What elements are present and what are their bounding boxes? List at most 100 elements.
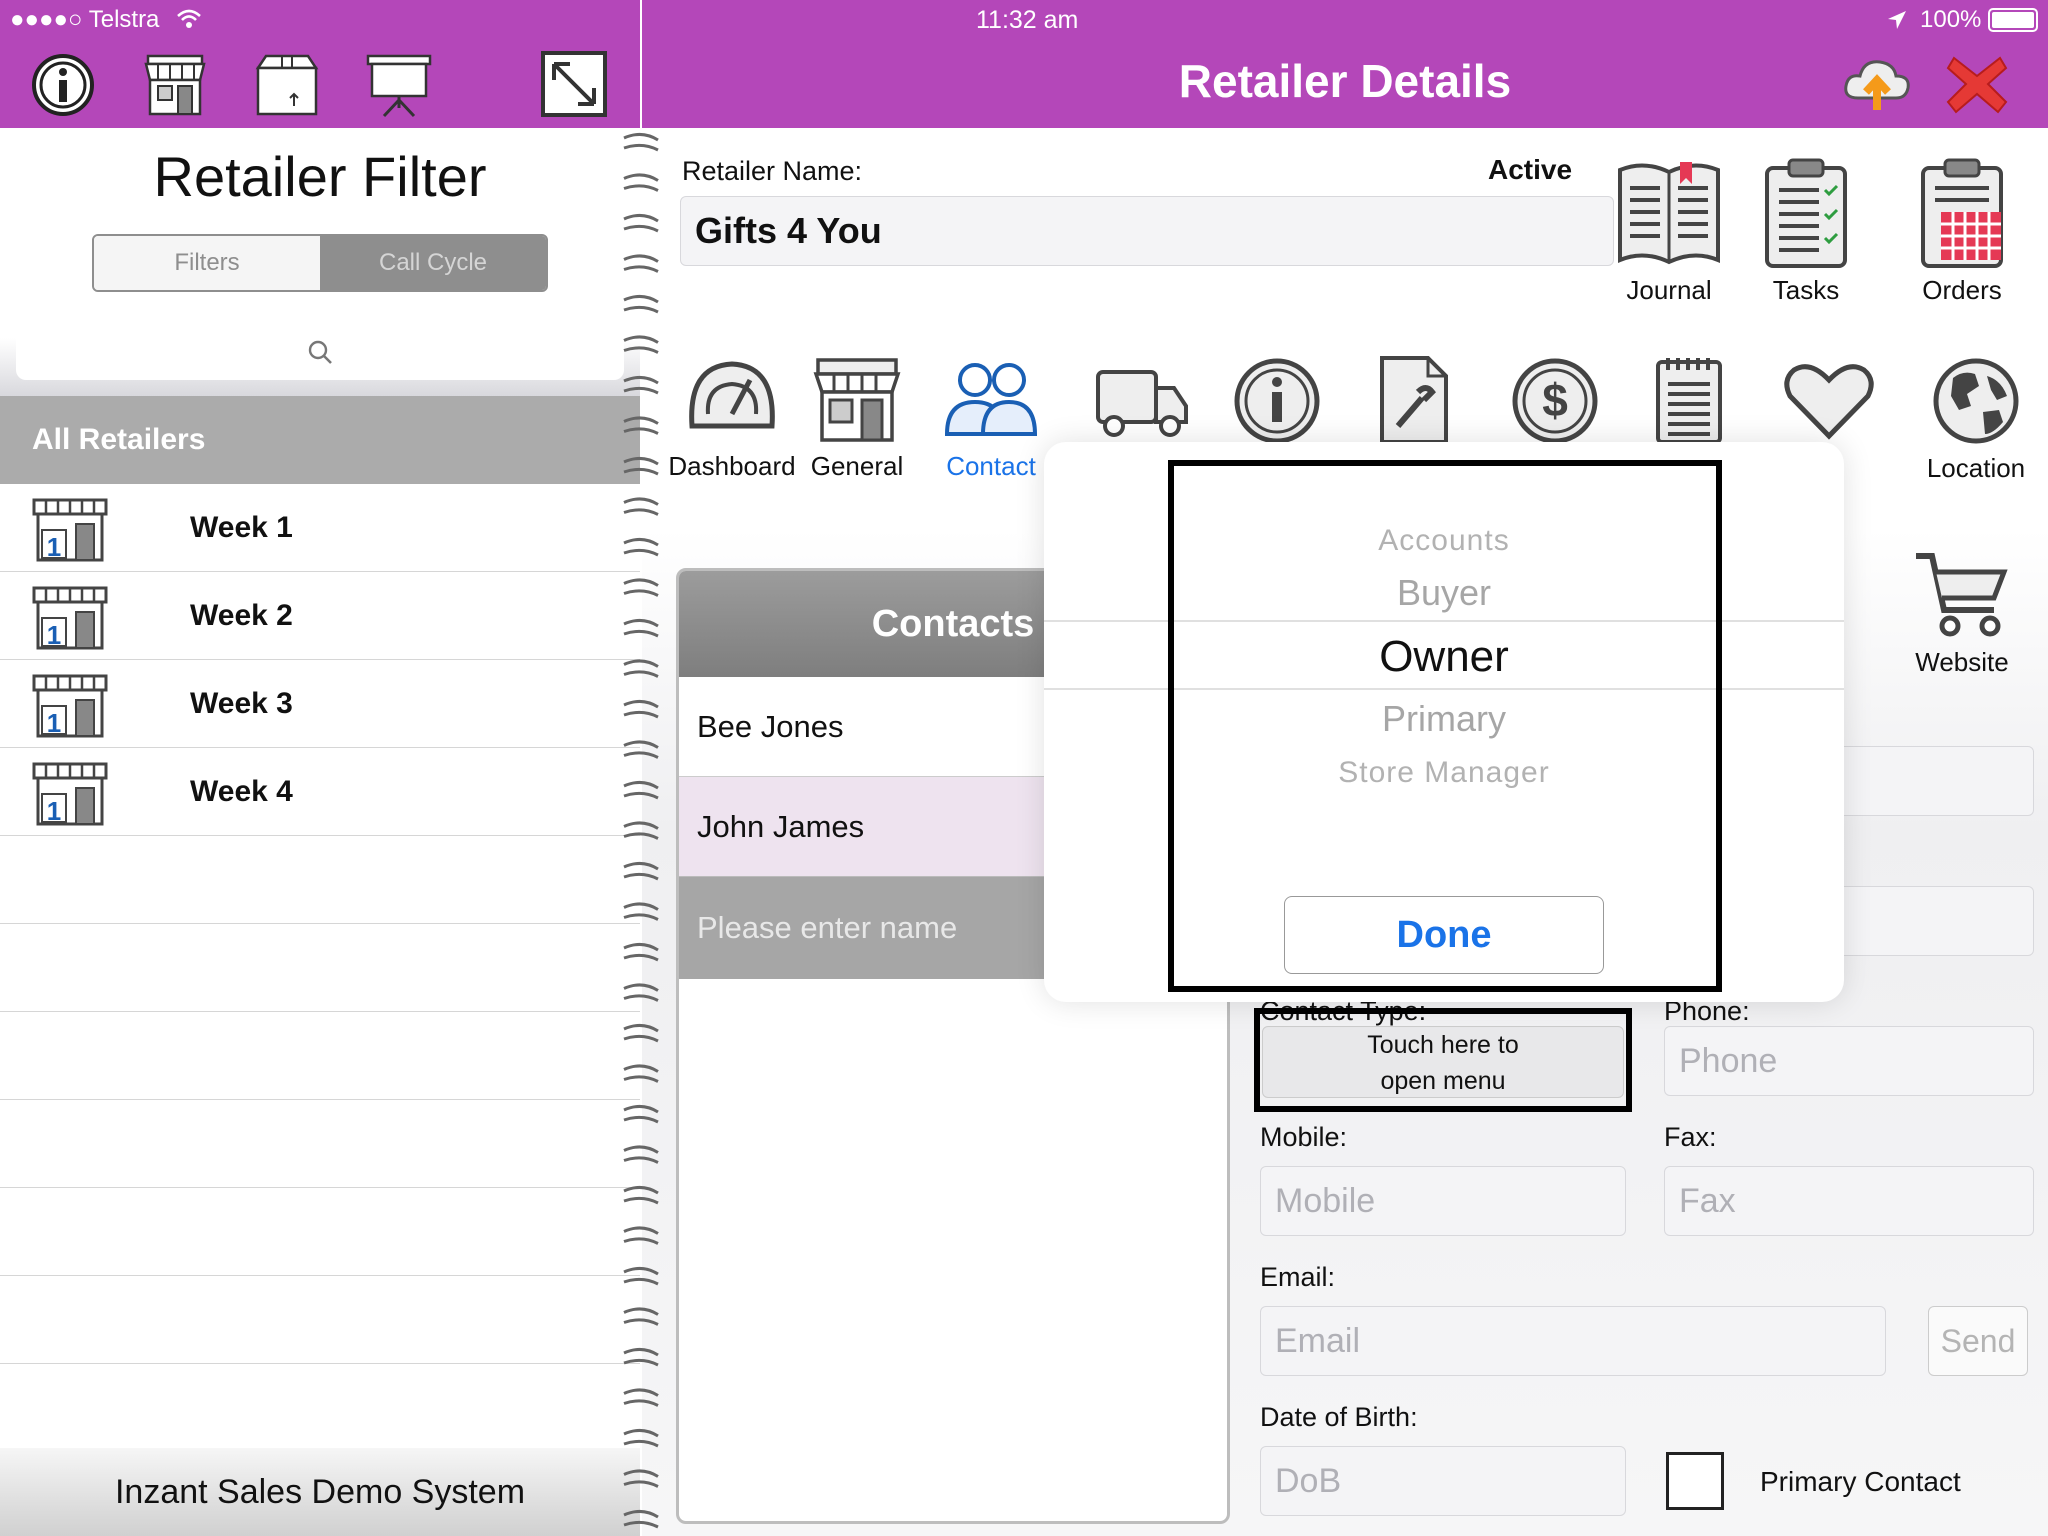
tasks-button[interactable]: Tasks: [1736, 156, 1876, 306]
spiral-ring: [623, 254, 659, 273]
spiral-ring: [623, 538, 659, 557]
heart-icon[interactable]: [1782, 358, 1876, 442]
nav-dashboard-label: Dashboard: [668, 451, 796, 481]
store-icon[interactable]: [140, 50, 210, 120]
dob-field[interactable]: DoB: [1260, 1446, 1626, 1516]
store-week-icon: 1: [32, 674, 108, 738]
search-icon: [308, 340, 332, 364]
close-icon[interactable]: [1942, 50, 2012, 118]
week-label: Week 4: [190, 775, 293, 808]
empty-row: [0, 836, 640, 924]
phone-field[interactable]: Phone: [1664, 1026, 2034, 1096]
expand-icon[interactable]: [540, 50, 608, 118]
nav-location[interactable]: Location: [1906, 356, 2046, 484]
contacts-icon: [944, 363, 1038, 436]
clock-label: 11:32 am: [976, 6, 1079, 34]
spiral-ring: [623, 1226, 659, 1245]
document-tools-icon[interactable]: [1376, 354, 1452, 446]
spiral-ring: [623, 1429, 659, 1448]
send-button[interactable]: Send: [1928, 1306, 2028, 1376]
week-label: Week 2: [190, 599, 293, 632]
svg-text:1: 1: [47, 620, 61, 650]
menu-button-line-2: open menu: [1380, 1067, 1506, 1095]
presentation-icon[interactable]: [364, 50, 434, 120]
truck-icon[interactable]: [1094, 364, 1190, 442]
spiral-ring: [623, 133, 659, 152]
primary-contact-checkbox[interactable]: [1666, 1452, 1724, 1510]
filter-title: Retailer Filter: [153, 145, 487, 208]
spiral-ring: [623, 1510, 659, 1529]
nav-general-label: General: [810, 451, 904, 481]
nav-dashboard[interactable]: Dashboard: [662, 356, 802, 482]
week-label: Week 1: [190, 511, 293, 544]
list-item[interactable]: 1 Week 4: [0, 748, 640, 836]
svg-text:1: 1: [47, 532, 61, 562]
spiral-ring: [623, 1307, 659, 1326]
search-input[interactable]: [16, 324, 624, 380]
picker-highlight-box: [1168, 460, 1722, 992]
cloud-upload-icon[interactable]: [1842, 52, 1912, 114]
list-item[interactable]: 1 Week 3: [0, 660, 640, 748]
status-bar: ●●●●○ Telstra 11:32 am 100%: [0, 0, 2048, 40]
all-retailers-header[interactable]: All Retailers: [0, 396, 640, 484]
retailer-name-field[interactable]: Gifts 4 You: [680, 196, 1614, 266]
package-icon[interactable]: [252, 50, 322, 120]
filter-segmented-control: Filters Call Cycle: [92, 234, 548, 292]
nav-contact-label: Contact: [946, 451, 1036, 481]
page-title: Retailer Details: [1178, 55, 1512, 107]
tasks-icon: [1765, 158, 1847, 268]
dashboard-icon: [689, 361, 775, 429]
active-status: Active: [1488, 154, 1573, 185]
orders-button[interactable]: Orders: [1892, 156, 2032, 306]
spiral-ring: [623, 335, 659, 354]
spiral-ring: [623, 1348, 659, 1367]
spiral-ring: [623, 619, 659, 638]
email-field[interactable]: Email: [1260, 1306, 1886, 1376]
spiral-ring: [623, 416, 659, 435]
website-button[interactable]: Website: [1882, 548, 2042, 678]
spiral-ring: [623, 781, 659, 800]
store-week-icon: 1: [32, 498, 108, 562]
orders-icon: [1921, 158, 2003, 268]
spiral-ring: [623, 457, 659, 476]
store-week-icon: 1: [32, 586, 108, 650]
mobile-field[interactable]: Mobile: [1260, 1166, 1626, 1236]
store-week-icon: 1: [32, 762, 108, 826]
dollar-icon[interactable]: $: [1510, 356, 1600, 446]
spiral-ring: [623, 1186, 659, 1205]
contact-type-menu-button[interactable]: Touch here to open menu: [1262, 1026, 1624, 1098]
tab-call-cycle[interactable]: Call Cycle: [320, 236, 546, 290]
primary-contact-label: Primary Contact: [1760, 1466, 1961, 1497]
store-icon: [813, 358, 901, 442]
notepad-icon[interactable]: [1654, 354, 1724, 446]
nav-contact[interactable]: Contact: [926, 356, 1056, 482]
mobile-label: Mobile:: [1260, 1122, 1348, 1152]
carrier-label: ●●●●○ Telstra: [10, 6, 160, 33]
info-icon[interactable]: [1232, 356, 1322, 446]
tasks-label: Tasks: [1772, 275, 1840, 305]
spiral-ring: [623, 983, 659, 1002]
empty-row: [0, 1100, 640, 1188]
empty-row: [0, 1364, 640, 1452]
nav-location-label: Location: [1926, 453, 2026, 483]
list-item[interactable]: 1 Week 1: [0, 484, 640, 572]
fax-field[interactable]: Fax: [1664, 1166, 2034, 1236]
battery-label: 100%: [1920, 6, 1982, 33]
journal-button[interactable]: Journal: [1594, 156, 1744, 306]
empty-row: [0, 1188, 640, 1276]
svg-text:$: $: [1542, 374, 1568, 426]
spiral-ring: [623, 1388, 659, 1407]
info-icon[interactable]: [28, 50, 98, 120]
cart-icon: [1916, 553, 2008, 637]
retailer-filter-panel: Retailer Filter Filters Call Cycle All R…: [0, 128, 640, 1536]
spiral-binding: [623, 133, 659, 1529]
nav-general[interactable]: General: [792, 356, 922, 482]
svg-text:1: 1: [47, 796, 61, 826]
spiral-ring: [623, 659, 659, 678]
journal-label: Journal: [1626, 275, 1712, 305]
spiral-ring: [623, 821, 659, 840]
empty-row: [0, 1276, 640, 1364]
spiral-ring: [623, 1469, 659, 1488]
list-item[interactable]: 1 Week 2: [0, 572, 640, 660]
tab-filters[interactable]: Filters: [94, 236, 320, 290]
